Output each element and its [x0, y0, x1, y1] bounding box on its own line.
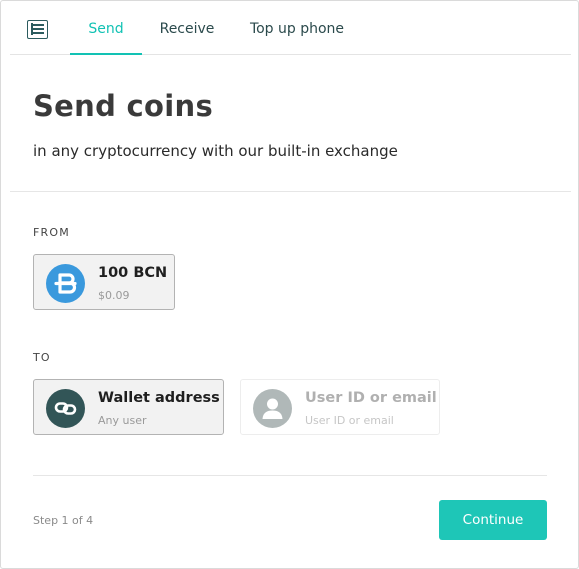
- footer-divider: [33, 475, 547, 476]
- step-indicator: Step 1 of 4: [33, 514, 94, 527]
- bytecoin-icon: [46, 264, 85, 303]
- from-asset-amount: 100 BCN: [98, 265, 168, 281]
- list-menu-icon[interactable]: [27, 20, 48, 39]
- tab-receive[interactable]: Receive: [156, 1, 218, 55]
- tab-top-up-phone[interactable]: Top up phone: [247, 1, 347, 55]
- page-title: Send coins: [33, 89, 214, 123]
- send-coins-panel: Send Receive Top up phone Send coins in …: [0, 0, 579, 569]
- wallet-address-option[interactable]: Wallet address Any user: [33, 379, 224, 435]
- continue-button[interactable]: Continue: [439, 500, 547, 540]
- from-asset-card[interactable]: 100 BCN $0.09: [33, 254, 175, 310]
- user-icon: [253, 389, 292, 428]
- user-id-email-option[interactable]: User ID or email User ID or email: [240, 379, 440, 435]
- tab-bar: Send Receive Top up phone: [10, 1, 571, 55]
- wallet-address-subtitle: Any user: [98, 414, 147, 427]
- from-asset-fiat: $0.09: [98, 289, 130, 302]
- link-icon: [46, 389, 85, 428]
- page-subtitle: in any cryptocurrency with our built-in …: [33, 142, 398, 160]
- from-label: FROM: [33, 226, 70, 239]
- tab-send[interactable]: Send: [70, 1, 142, 55]
- user-id-email-subtitle: User ID or email: [305, 414, 394, 427]
- user-id-email-title: User ID or email: [305, 390, 437, 406]
- wallet-address-title: Wallet address: [98, 390, 220, 406]
- header-divider: [10, 191, 571, 192]
- to-label: TO: [33, 351, 51, 364]
